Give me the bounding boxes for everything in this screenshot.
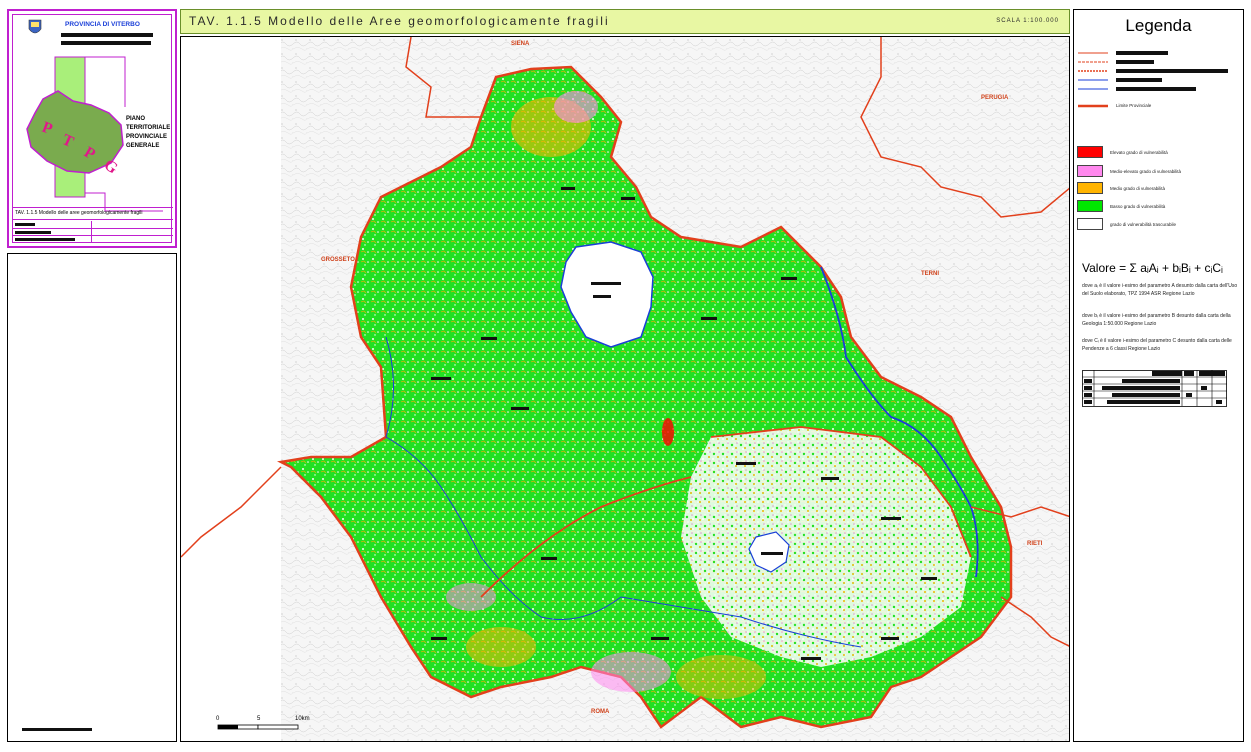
legend-panel: Legenda Limite Provinciale Elevato grado…	[1073, 9, 1244, 742]
map-panel[interactable]: SIENA PERUGIA GROSSETO TERNI RIETI ROMA …	[180, 36, 1070, 742]
map-scale: SCALA 1:100.000	[996, 18, 1059, 24]
city-label-roma: ROMA	[591, 709, 610, 715]
medium-high-zone	[591, 652, 671, 692]
scale-tick-5: 5	[257, 716, 261, 722]
info-table	[13, 221, 173, 243]
scale-tick-0: 0	[216, 716, 220, 722]
legend-note-b: dove bᵢ è il valore i-esimo del parametr…	[1082, 313, 1231, 327]
city-label-grosseto: GROSSETO	[321, 257, 355, 263]
plan-line: TERRITORIALE	[126, 125, 171, 131]
info-bar	[15, 238, 75, 241]
plan-line: GENERALE	[126, 143, 160, 149]
footer-bar	[22, 728, 92, 731]
legend-title: Legenda	[1125, 16, 1192, 35]
plan-name: PIANO TERRITORIALE PROVINCIALE GENERALE	[126, 115, 170, 151]
legend-note-a: dove aᵢ è il valore i-esimo del parametr…	[1082, 283, 1238, 297]
legend-swatch-medium-high	[1077, 165, 1103, 177]
high-zone	[662, 418, 674, 446]
medium-zone	[466, 627, 536, 667]
map-title-bar: TAV. 1.1.5 Modello delle Aree geomorfolo…	[180, 9, 1070, 34]
notes-panel	[7, 253, 177, 742]
map-title: TAV. 1.1.5 Modello delle Aree geomorfolo…	[189, 14, 610, 28]
legend-swatch-medium	[1077, 182, 1103, 194]
legend-label-high: Elevato grado di vulnerabilità	[1110, 150, 1168, 155]
limit-label: Limite Provinciale	[1116, 103, 1152, 108]
plan-line: PROVINCIALE	[126, 134, 168, 140]
medium-zone	[676, 655, 766, 699]
province-name: PROVINCIA DI VITERBO	[65, 21, 140, 28]
parameter-table	[1082, 370, 1227, 407]
province-crest-icon	[28, 19, 42, 34]
medium-high-zone	[446, 583, 496, 611]
info-bar	[15, 231, 51, 234]
header-bar-1	[61, 33, 153, 37]
legend-formula: Valore = Σ aᵢAᵢ + bᵢBᵢ + cᵢCᵢ	[1082, 261, 1223, 275]
title-block: PROVINCIA DI VITERBO P T P G PIANO TERRI…	[7, 9, 177, 248]
legend-swatch-negligible	[1077, 218, 1103, 230]
medium-high-zone	[554, 91, 598, 123]
line-symbols	[1078, 51, 1228, 108]
legend-label-negligible: grado di vulnerabilità trascurabile	[1110, 222, 1177, 227]
title-block-inner: PROVINCIA DI VITERBO P T P G PIANO TERRI…	[12, 14, 173, 243]
sea-area	[181, 37, 281, 741]
legend-note-c: dove Cᵢ è il valore i-esimo del parametr…	[1082, 338, 1232, 352]
map-canvas[interactable]	[181, 37, 1070, 742]
tav-caption: TAV. 1.1.5 Modello delle aree geomorfolo…	[15, 210, 143, 216]
legend-label-medium-high: Medio-elevato grado di vulnerabilità	[1110, 169, 1182, 174]
legend-label-low: Basso grado di vulnerabilità	[1110, 204, 1166, 209]
scale-tick-10: 10km	[295, 716, 310, 722]
legend-label-medium: Medio grado di vulnerabilità	[1110, 186, 1166, 191]
scale-bar	[217, 724, 299, 730]
info-bar	[15, 223, 35, 226]
tav-caption-box: TAV. 1.1.5 Modello delle aree geomorfolo…	[13, 207, 173, 220]
legend-swatch-high	[1077, 146, 1103, 158]
legend-swatch-low	[1077, 200, 1103, 212]
city-label-siena: SIENA	[511, 41, 530, 47]
city-label-rieti: RIETI	[1027, 541, 1043, 547]
city-label-perugia: PERUGIA	[981, 95, 1009, 101]
city-label-terni: TERNI	[921, 271, 939, 277]
plan-line: PIANO	[126, 116, 146, 122]
